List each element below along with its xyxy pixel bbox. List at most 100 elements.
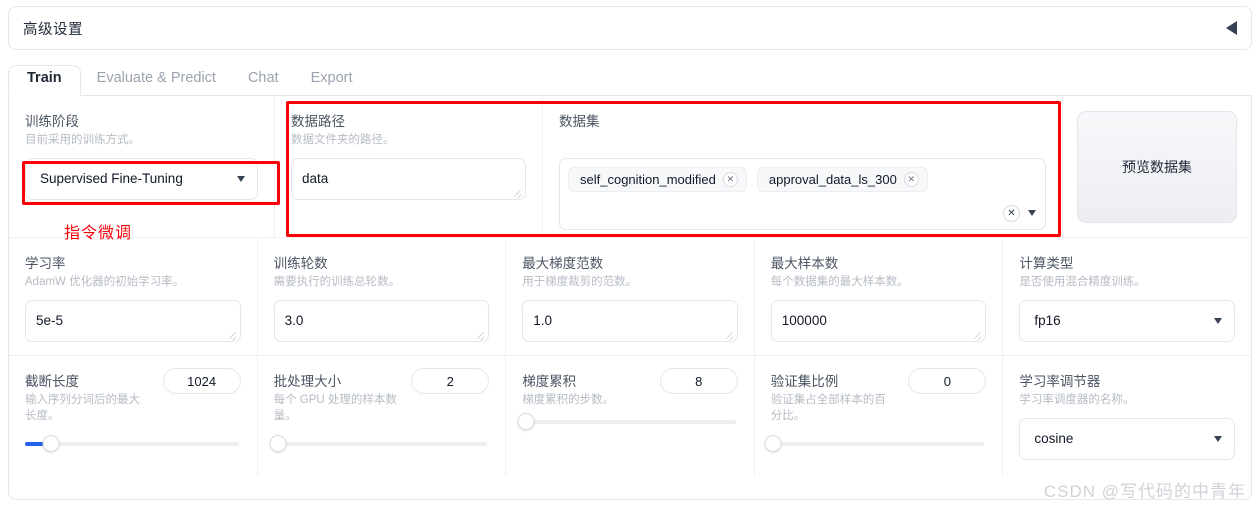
dataset-actions: ✕ — [1003, 204, 1036, 222]
cutoff-len-hint: 输入序列分词后的最大长度。 — [25, 394, 140, 422]
max-grad-norm-label: 最大梯度范数 — [522, 256, 604, 271]
max-grad-norm-value: 1.0 — [533, 313, 552, 329]
field-cutoff-len: 截断长度 输入序列分词后的最大长度。 1024 — [9, 356, 258, 476]
dataset-tag[interactable]: self_cognition_modified ✕ — [568, 166, 747, 192]
grad-accum-slider[interactable] — [517, 413, 736, 430]
data-dir-label: 数据路径 — [291, 114, 345, 129]
dataset-hint — [559, 133, 1046, 149]
batch-size-slider[interactable] — [269, 435, 488, 452]
data-dir-input[interactable]: data — [291, 157, 526, 200]
train-panel: 训练阶段 目前采用的训练方式。 Supervised Fine-Tuning 数… — [8, 96, 1252, 500]
slider-track — [522, 420, 736, 424]
tab-train[interactable]: Train — [8, 65, 81, 96]
resize-grip-icon[interactable] — [228, 330, 237, 339]
learning-rate-hint: AdamW 优化器的初始学习率。 — [25, 276, 185, 288]
application-root: 高级设置 Train Evaluate & Predict Chat Expor… — [0, 0, 1260, 506]
field-lr-scheduler: 学习率调节器 学习率调度器的名称。 cosine — [1003, 356, 1251, 476]
slider-thumb[interactable] — [42, 435, 60, 452]
tab-bar: Train Evaluate & Predict Chat Export — [8, 62, 1252, 96]
compute-type-label: 计算类型 — [1019, 256, 1074, 271]
advanced-settings-accordion[interactable]: 高级设置 — [8, 6, 1252, 50]
val-size-head: 验证集比例 验证集占全部样本的百分比。 0 — [770, 368, 987, 433]
dataset-label: 数据集 — [559, 114, 600, 129]
batch-size-number[interactable]: 2 — [411, 368, 490, 394]
preview-dataset-button[interactable]: 预览数据集 — [1077, 110, 1237, 223]
row-sliders: 截断长度 输入序列分词后的最大长度。 1024 批处理大小 每个 GPU 处理的… — [9, 356, 1251, 476]
num-epochs-input[interactable]: 3.0 — [273, 299, 490, 342]
caret-left-icon[interactable] — [1226, 21, 1237, 35]
preview-dataset-cell: 预览数据集 — [1063, 96, 1251, 237]
training-stage-hint: 目前采用的训练方式。 — [25, 134, 140, 146]
slider-track — [770, 442, 985, 446]
field-learning-rate: 学习率 AdamW 优化器的初始学习率。 5e-5 — [9, 238, 258, 355]
chevron-down-icon[interactable] — [1028, 210, 1036, 217]
compute-type-value: fp16 — [1034, 313, 1061, 329]
grad-accum-number[interactable]: 8 — [659, 368, 738, 394]
field-max-samples: 最大样本数 每个数据集的最大样本数。 100000 — [755, 238, 1004, 355]
close-icon[interactable]: ✕ — [903, 171, 919, 187]
tab-export[interactable]: Export — [295, 66, 369, 95]
training-stage-select[interactable]: Supervised Fine-Tuning — [25, 157, 258, 200]
slider-track — [273, 442, 488, 446]
compute-type-select[interactable]: fp16 — [1019, 299, 1235, 342]
lr-scheduler-hint: 学习率调度器的名称。 — [1019, 394, 1135, 406]
close-icon[interactable]: ✕ — [722, 171, 738, 187]
val-size-slider[interactable] — [764, 435, 985, 452]
resize-grip-icon[interactable] — [513, 188, 522, 197]
tab-chat[interactable]: Chat — [232, 66, 295, 95]
dataset-multiselect[interactable]: self_cognition_modified ✕ approval_data_… — [559, 157, 1046, 230]
slider-thumb[interactable] — [764, 435, 782, 452]
field-dataset: 数据集 self_cognition_modified ✕ approval_d… — [543, 96, 1063, 237]
field-num-epochs: 训练轮数 需要执行的训练总轮数。 3.0 — [258, 238, 507, 355]
val-size-number[interactable]: 0 — [908, 368, 987, 394]
max-grad-norm-hint: 用于梯度裁剪的范数。 — [522, 276, 638, 288]
learning-rate-input[interactable]: 5e-5 — [25, 299, 241, 342]
val-size-hint: 验证集占全部样本的百分比。 — [770, 394, 886, 422]
row-data-config: 训练阶段 目前采用的训练方式。 Supervised Fine-Tuning 数… — [9, 96, 1251, 238]
lr-scheduler-value: cosine — [1034, 431, 1074, 447]
resize-grip-icon[interactable] — [725, 330, 734, 339]
training-stage-label: 训练阶段 — [25, 114, 79, 129]
dataset-tag[interactable]: approval_data_ls_300 ✕ — [756, 166, 928, 192]
clear-all-icon[interactable]: ✕ — [1003, 204, 1020, 222]
data-dir-value: data — [302, 171, 329, 187]
num-epochs-label: 训练轮数 — [273, 256, 328, 271]
lr-scheduler-label: 学习率调节器 — [1019, 374, 1101, 389]
cutoff-len-label: 截断长度 — [25, 374, 79, 389]
cutoff-len-head: 截断长度 输入序列分词后的最大长度。 1024 — [25, 368, 241, 433]
field-compute-type: 计算类型 是否使用混合精度训练。 fp16 — [1003, 238, 1251, 355]
training-stage-value: Supervised Fine-Tuning — [40, 171, 183, 187]
compute-type-hint: 是否使用混合精度训练。 — [1019, 276, 1146, 288]
annotation-text-training-stage: 指令微调 — [64, 225, 133, 242]
grad-accum-label: 梯度累积 — [522, 374, 577, 389]
num-epochs-value: 3.0 — [284, 313, 304, 329]
dataset-tag-label: approval_data_ls_300 — [768, 171, 897, 187]
batch-size-hint: 每个 GPU 处理的样本数量。 — [273, 394, 397, 422]
row-hyperparams: 学习率 AdamW 优化器的初始学习率。 5e-5 训练轮数 需要执行的训练总轮… — [9, 238, 1251, 356]
grad-accum-head: 梯度累积 梯度累积的步数。 8 — [522, 368, 738, 418]
accordion-title: 高级设置 — [23, 21, 83, 38]
learning-rate-label: 学习率 — [25, 256, 66, 271]
learning-rate-value: 5e-5 — [36, 313, 64, 329]
resize-grip-icon[interactable] — [973, 330, 982, 339]
data-dir-hint: 数据文件夹的路径。 — [291, 134, 395, 146]
val-size-label: 验证集比例 — [770, 374, 839, 389]
slider-thumb[interactable] — [269, 435, 287, 452]
field-batch-size: 批处理大小 每个 GPU 处理的样本数量。 2 — [258, 356, 507, 476]
dataset-tag-list: self_cognition_modified ✕ approval_data_… — [568, 166, 1037, 192]
max-samples-input[interactable]: 100000 — [770, 299, 987, 342]
batch-size-head: 批处理大小 每个 GPU 处理的样本数量。 2 — [273, 368, 490, 433]
max-grad-norm-input[interactable]: 1.0 — [522, 299, 738, 342]
max-samples-label: 最大样本数 — [770, 256, 839, 271]
cutoff-len-number[interactable]: 1024 — [162, 368, 241, 394]
field-grad-accum: 梯度累积 梯度累积的步数。 8 — [506, 356, 755, 476]
lr-scheduler-select[interactable]: cosine — [1019, 417, 1235, 460]
resize-grip-icon[interactable] — [476, 330, 485, 339]
field-max-grad-norm: 最大梯度范数 用于梯度裁剪的范数。 1.0 — [506, 238, 755, 355]
cutoff-len-slider[interactable] — [25, 435, 239, 452]
batch-size-label: 批处理大小 — [273, 374, 342, 389]
tab-evaluate-predict[interactable]: Evaluate & Predict — [81, 66, 232, 95]
field-data-dir: 数据路径 数据文件夹的路径。 data — [275, 96, 543, 237]
slider-thumb[interactable] — [517, 413, 535, 430]
watermark: CSDN @写代码的中青年 — [1043, 482, 1246, 501]
